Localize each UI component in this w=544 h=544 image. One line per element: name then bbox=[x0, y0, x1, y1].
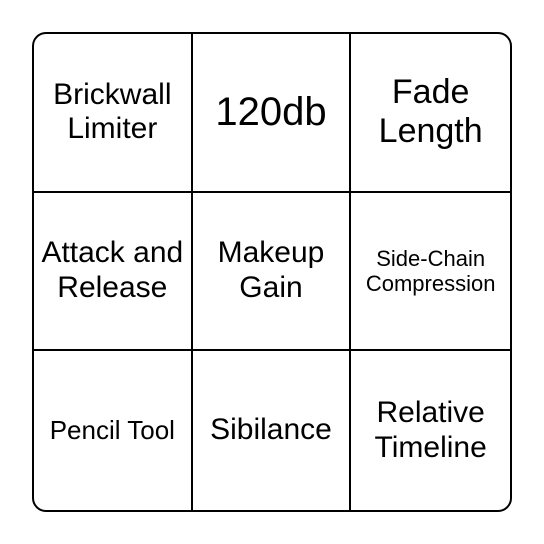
bingo-cell[interactable]: Sibilance bbox=[193, 351, 352, 510]
bingo-cell[interactable]: Fade Length bbox=[351, 34, 510, 193]
bingo-cell[interactable]: Side-Chain Compression bbox=[351, 193, 510, 352]
bingo-cell[interactable]: Attack and Release bbox=[34, 193, 193, 352]
bingo-cell[interactable]: Brickwall Limiter bbox=[34, 34, 193, 193]
cell-label: 120db bbox=[215, 89, 326, 135]
cell-label: Attack and Release bbox=[40, 236, 185, 305]
bingo-cell[interactable]: Pencil Tool bbox=[34, 351, 193, 510]
bingo-cell[interactable]: Makeup Gain bbox=[193, 193, 352, 352]
cell-label: Sibilance bbox=[210, 413, 332, 448]
bingo-cell[interactable]: 120db bbox=[193, 34, 352, 193]
bingo-cell[interactable]: Relative Timeline bbox=[351, 351, 510, 510]
cell-label: Brickwall Limiter bbox=[40, 78, 185, 147]
cell-label: Pencil Tool bbox=[50, 416, 175, 446]
bingo-grid: Brickwall Limiter 120db Fade Length Atta… bbox=[32, 32, 512, 512]
cell-label: Side-Chain Compression bbox=[357, 246, 504, 297]
cell-label: Relative Timeline bbox=[357, 396, 504, 465]
cell-label: Fade Length bbox=[357, 73, 504, 151]
cell-label: Makeup Gain bbox=[199, 236, 344, 305]
